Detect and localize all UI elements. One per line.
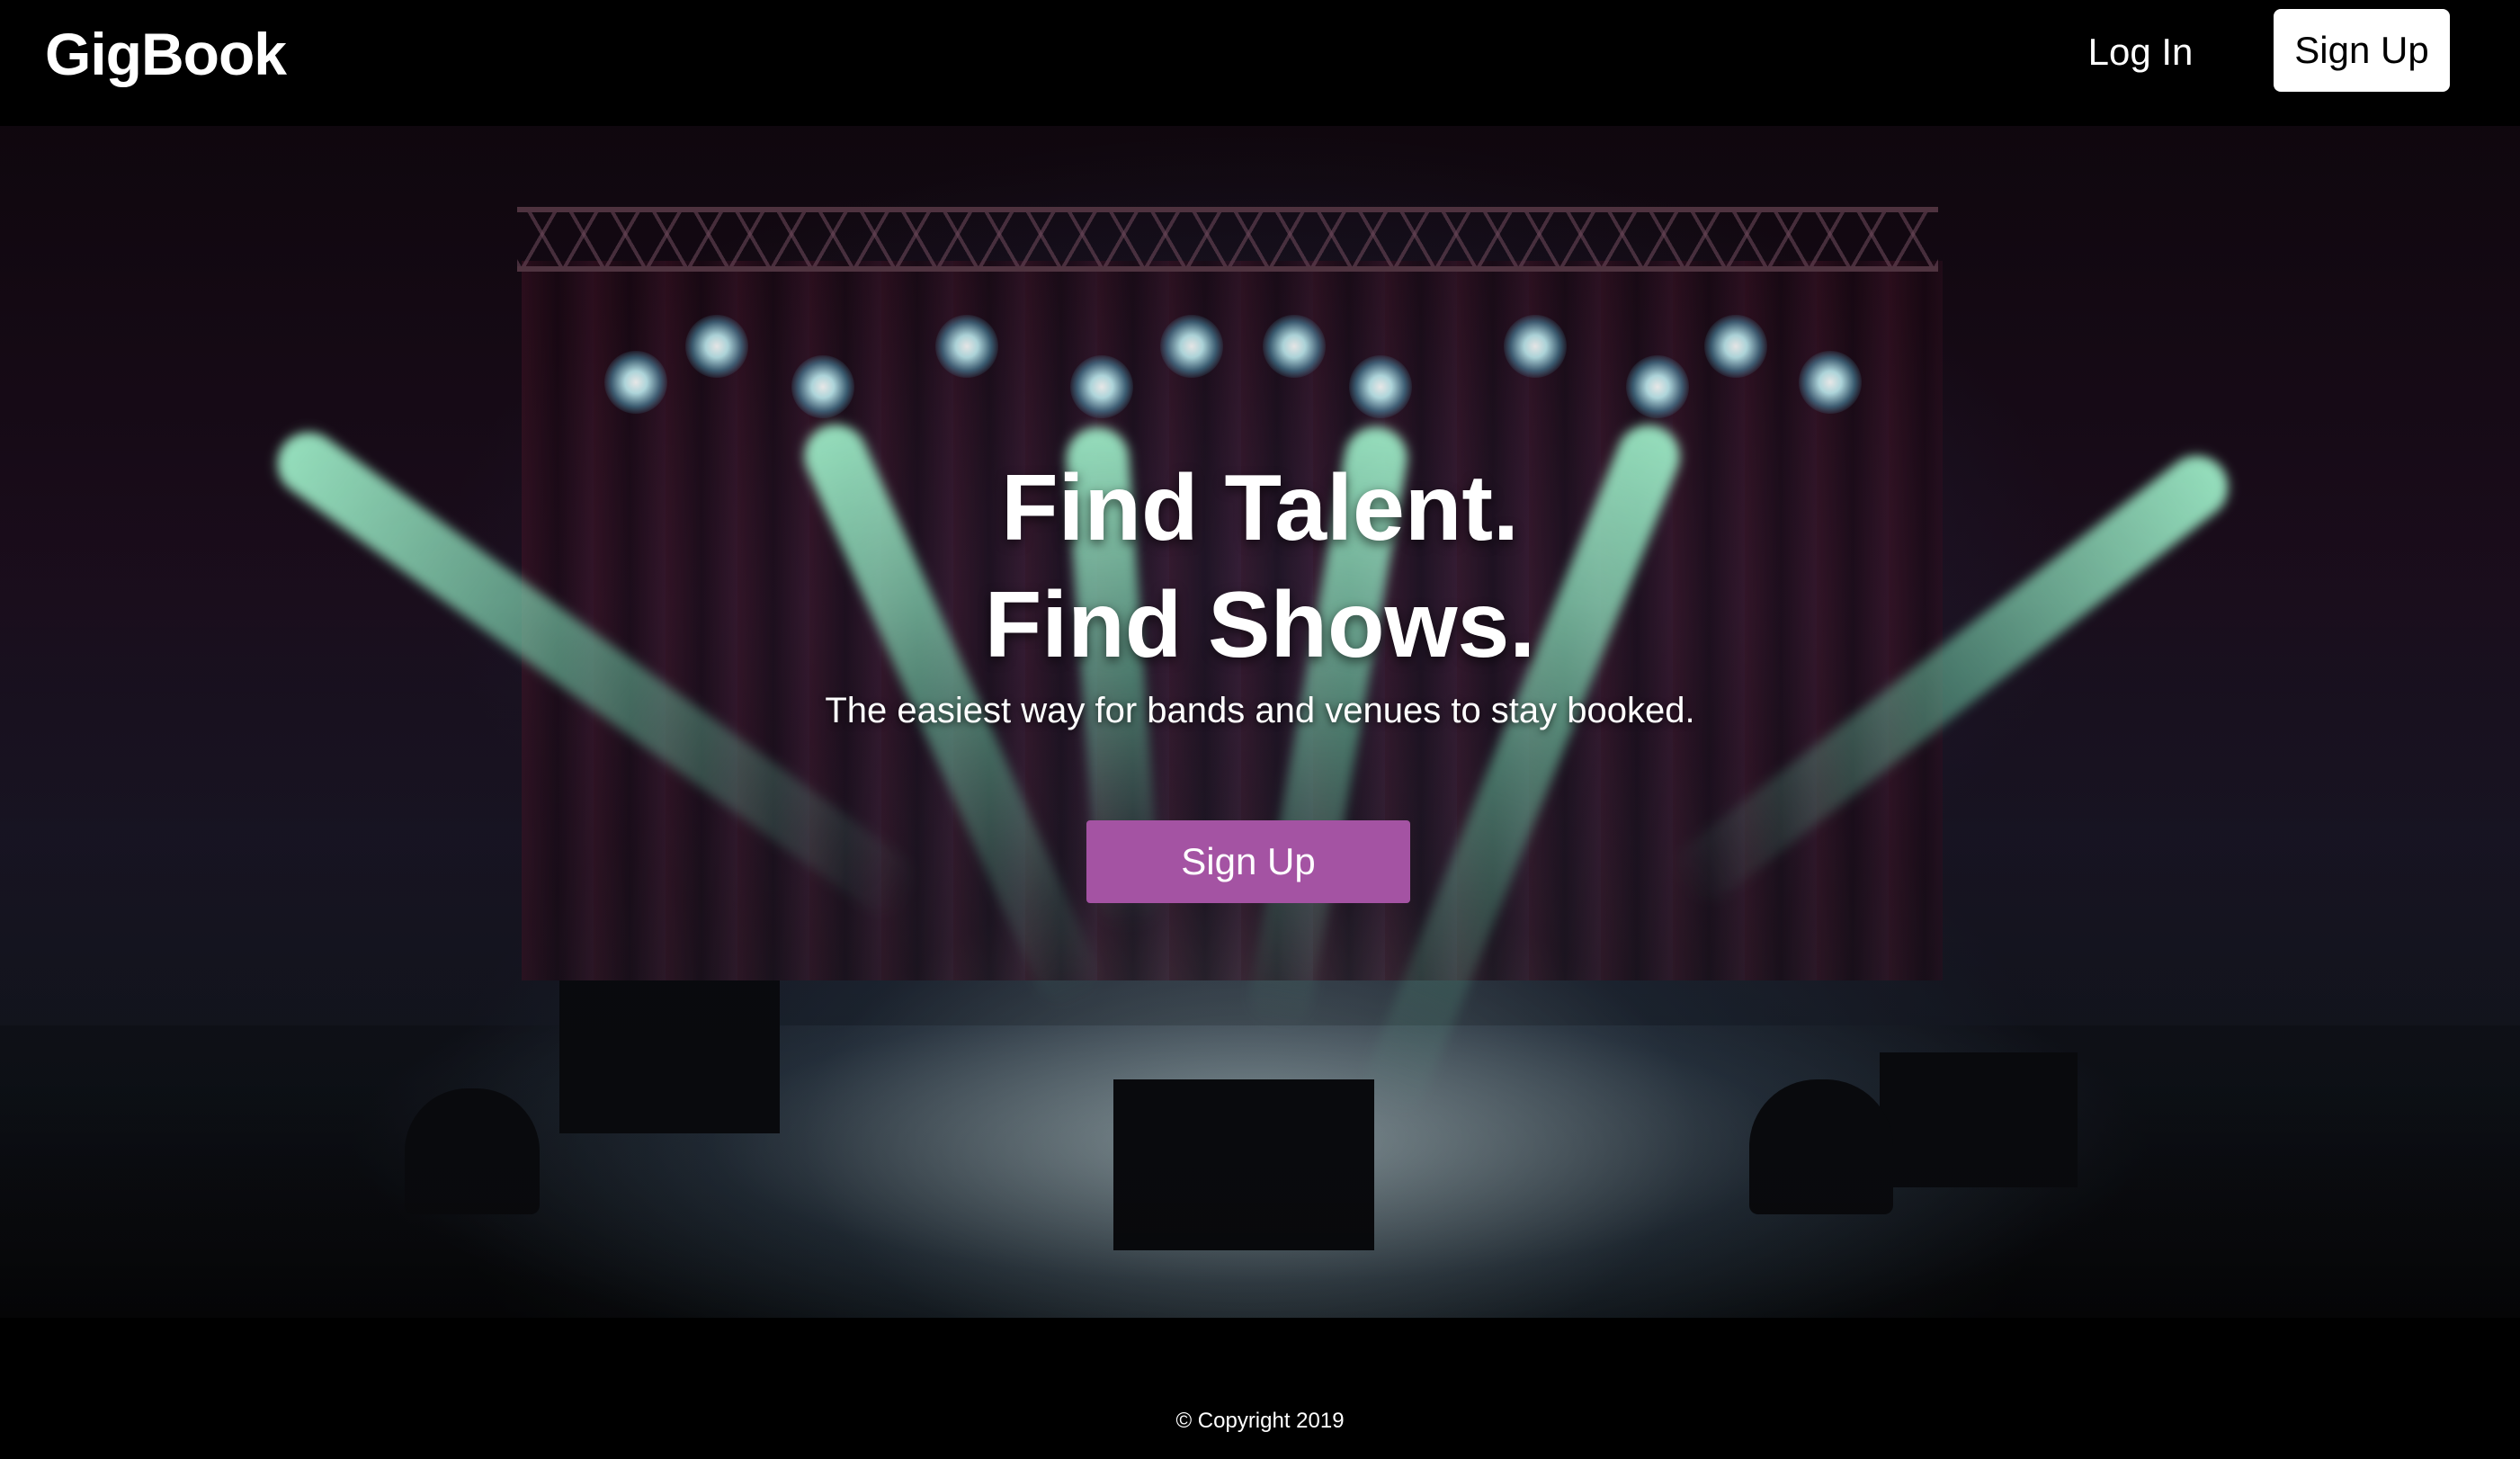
signup-button-nav[interactable]: Sign Up: [2274, 9, 2450, 92]
signup-button-hero[interactable]: Sign Up: [1086, 820, 1410, 903]
login-link[interactable]: Log In: [2069, 27, 2212, 77]
hero-section: Find Talent. Find Shows. The easiest way…: [0, 126, 2520, 1318]
top-nav: GigBook Log In Sign Up: [0, 0, 2520, 126]
brand-logo[interactable]: GigBook: [45, 20, 287, 88]
footer-copyright: © Copyright 2019: [1175, 1409, 1345, 1433]
headline-line-2: Find Shows.: [984, 573, 1536, 677]
hero-subtitle: The easiest way for bands and venues to …: [825, 691, 1695, 730]
headline-line-1: Find Talent.: [1001, 456, 1519, 560]
hero-headline: Find Talent. Find Shows.: [0, 450, 2520, 684]
